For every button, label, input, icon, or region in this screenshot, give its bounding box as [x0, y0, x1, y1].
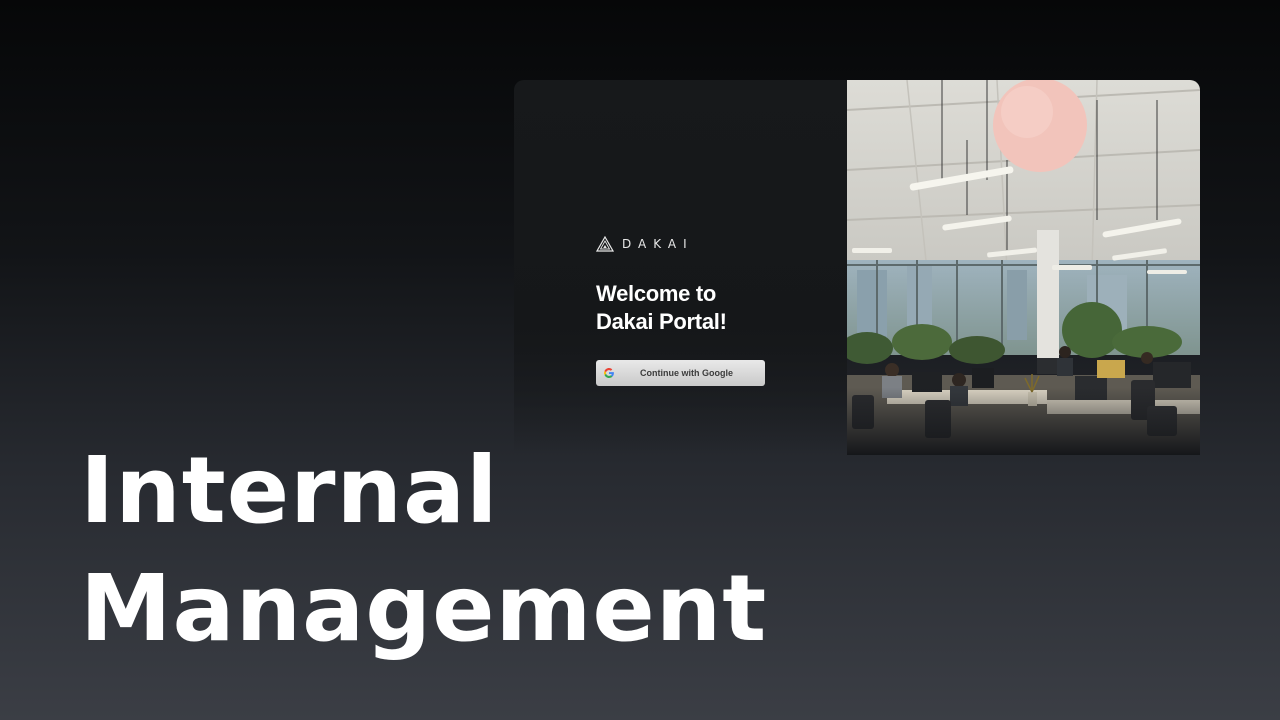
page-headline: Internal Management [80, 432, 767, 668]
continue-with-google-button[interactable]: Continue with Google [596, 360, 765, 386]
login-panel: DAKAI Welcome to Dakai Portal! Continue … [514, 80, 847, 455]
office-photo [847, 80, 1200, 455]
headline-line-2: Management [80, 555, 768, 662]
welcome-line-1: Welcome to [596, 281, 717, 306]
login-preview-card: DAKAI Welcome to Dakai Portal! Continue … [514, 80, 1200, 455]
google-g-icon [604, 368, 614, 378]
headline-line-1: Internal [80, 437, 499, 544]
brand-name: DAKAI [622, 237, 694, 251]
welcome-line-2: Dakai Portal! [596, 309, 727, 334]
brand: DAKAI [596, 236, 694, 252]
google-button-label: Continue with Google [640, 368, 733, 378]
triangle-logo-icon [596, 236, 614, 252]
welcome-heading: Welcome to Dakai Portal! [596, 280, 816, 336]
office-photo-image [847, 80, 1200, 455]
